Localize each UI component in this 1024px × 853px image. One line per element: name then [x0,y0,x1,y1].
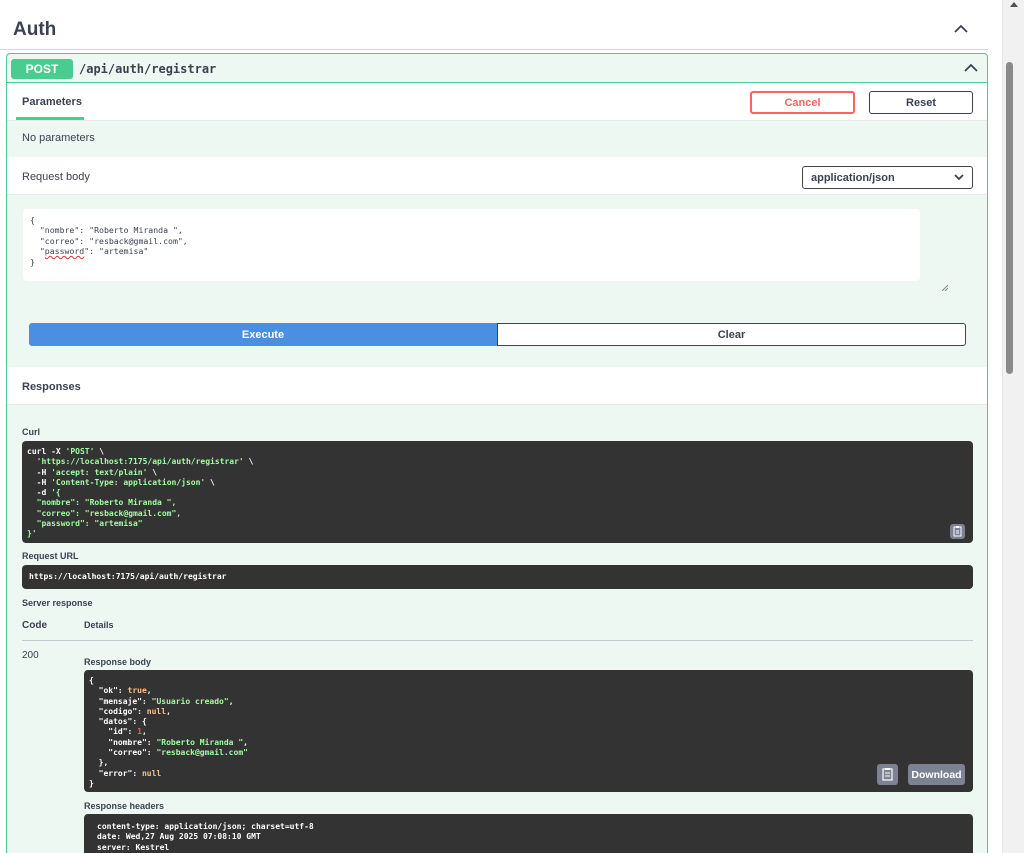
code-text: -H [27,467,52,477]
code-string: "password": "artemisa" [27,519,143,529]
json-line: "correo": "resback@gmail.com", [30,235,188,246]
cancel-button[interactable]: Cancel [750,91,855,114]
code-text: , [228,696,234,706]
curl-label: Curl [22,427,40,437]
chevron-down-icon [953,171,965,183]
status-code: 200 [22,650,39,661]
request-url-block: https://localhost:7175/api/auth/registra… [22,565,973,589]
json-line: } [30,256,35,267]
reset-button[interactable]: Reset [869,91,973,114]
details-column-header: Details [84,620,114,630]
content-type-value: application/json [811,172,895,184]
tab-underline [16,117,84,120]
scroll-up-arrow-icon[interactable] [1010,2,1018,7]
operation-block: POST /api/auth/registrar Parameters Canc… [6,53,988,853]
execute-clear-group: Execute Clear [29,323,966,346]
code-key: "codigo": [89,706,147,716]
code-string: "Roberto Miranda " [156,737,244,747]
code-string: 'https://localhost:7175/api/auth/registr… [36,457,244,467]
code-literal: null [141,768,162,778]
code-text: , [243,737,248,747]
clipboard-icon[interactable] [950,524,965,539]
chevron-up-icon[interactable] [961,60,981,76]
execute-button[interactable]: Execute [29,323,497,346]
code-string: "correo": "resback@gmail.com", [27,508,182,518]
header-line: content-type: application/json; charset=… [97,822,314,831]
code-key: "ok": [89,686,128,696]
scrollbar-thumb[interactable] [1006,62,1013,374]
request-url-value: https://localhost:7175/api/auth/registra… [29,572,227,581]
chevron-up-icon[interactable] [950,20,972,38]
header-line: date: Wed,27 Aug 2025 07:08:10 GMT [97,832,261,842]
code-text: } [89,778,94,788]
operation-path: /api/auth/registrar [79,62,217,76]
code-key: "mensaje": [89,696,152,706]
parameters-bar: Parameters Cancel Reset [7,83,987,121]
code-text: , [142,727,147,737]
vertical-scrollbar[interactable] [1002,0,1024,853]
json-line: ": "artemisa" [84,246,149,257]
code-text: \ [94,447,105,456]
tag-section-header[interactable]: Auth [0,0,988,50]
operation-summary[interactable]: POST /api/auth/registrar [7,54,987,83]
request-body-label: Request body [22,171,90,183]
code-key: "correo": [89,748,157,758]
clipboard-icon[interactable] [877,764,898,785]
code-text: -d [27,488,52,498]
code-key: "nombre": [89,737,157,747]
code-text: \ [243,457,254,467]
responses-bar: Responses [7,367,987,405]
response-headers-block: content-type: application/json; charset=… [84,814,973,853]
table-divider [22,640,973,641]
responses-title: Responses [22,381,81,393]
code-text: { [89,676,94,685]
code-literal: null [146,706,167,716]
json-line: " [30,246,45,257]
code-string: 'accept: text/plain' [51,467,148,477]
code-string: 'POST' [65,447,95,456]
code-literal: true [127,686,147,696]
code-string: }' [27,529,37,539]
code-text: \ [205,477,215,487]
code-text: -H [27,477,52,487]
response-headers-label: Response headers [84,801,165,811]
json-line: "nombre": "Roberto Miranda ", [30,225,183,236]
tag-title: Auth [13,19,57,40]
content-type-select[interactable]: application/json [802,166,973,189]
code-text: , [166,706,171,716]
code-string: 'Content-Type: application/json' [51,477,206,487]
code-text: curl -X [27,447,66,456]
misspelled-word: password [44,246,85,257]
resize-handle[interactable] [912,273,948,292]
request-body-editor[interactable]: { "nombre": "Roberto Miranda ", "correo"… [23,209,948,292]
code-text: \ [147,467,158,477]
code-string: "Usuario creado" [151,696,229,706]
json-line: { [30,215,35,225]
code-key: "id": [89,727,138,737]
code-text: , [146,686,152,696]
no-parameters-text: No parameters [22,132,95,144]
tab-parameters[interactable]: Parameters [22,96,82,108]
curl-code-block: curl -X 'POST' \ 'https://localhost:7175… [22,441,973,543]
download-button[interactable]: Download [908,764,965,785]
code-text: }, [89,758,109,768]
request-body-bar: Request body application/json [7,157,987,195]
method-badge: POST [11,59,73,79]
response-body-label: Response body [84,657,152,667]
code-string: "nombre": "Roberto Miranda ", [27,498,177,508]
clear-button[interactable]: Clear [497,323,966,346]
server-response-label: Server response [22,598,93,608]
request-url-label: Request URL [22,551,79,561]
response-body-block: { "ok": true, "mensaje": "Usuario creado… [84,670,973,792]
header-line: server: Kestrel [97,842,170,852]
code-string: "resback@gmail.com" [156,748,248,758]
code-string: '{ [51,488,61,498]
code-key: "error": [89,768,142,778]
code-column-header: Code [22,620,47,631]
code-key: "datos": { [89,717,147,727]
